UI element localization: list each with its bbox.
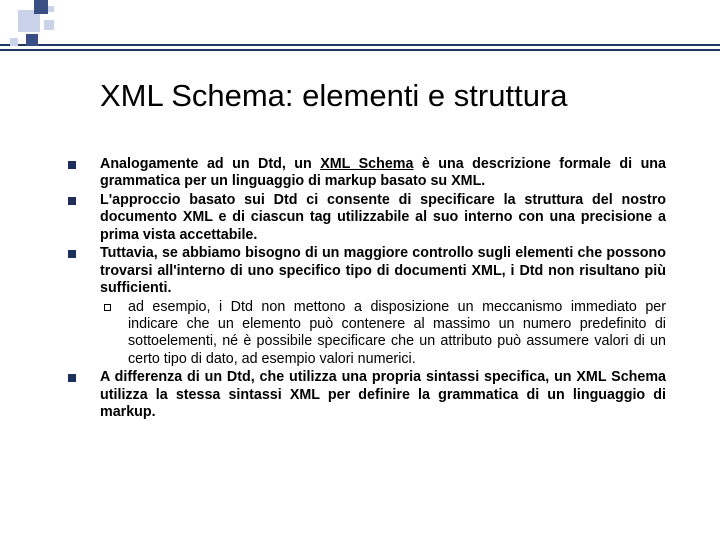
- list-item: L'approccio basato sui Dtd ci consente d…: [66, 192, 666, 244]
- slide-content: Analogamente ad un Dtd, un XML Schema è …: [66, 156, 666, 423]
- text-fragment: A differenza di un Dtd, che utilizza una…: [100, 369, 666, 420]
- text-fragment: Tuttavia, se abbiamo bisogno di un maggi…: [100, 245, 666, 296]
- bullet-list: Analogamente ad un Dtd, un XML Schema è …: [66, 156, 666, 422]
- list-item: Analogamente ad un Dtd, un XML Schema è …: [66, 156, 666, 191]
- text-fragment-underline: XML Schema: [320, 156, 413, 172]
- header-decoration: [0, 0, 720, 56]
- text-fragment: Analogamente ad un Dtd, un: [100, 156, 320, 172]
- sub-bullet-list: ad esempio, i Dtd non mettono a disposiz…: [100, 299, 666, 369]
- list-item: A differenza di un Dtd, che utilizza una…: [66, 369, 666, 421]
- list-item: Tuttavia, se abbiamo bisogno di un maggi…: [66, 245, 666, 368]
- text-fragment: ad esempio, i Dtd non mettono a disposiz…: [128, 299, 666, 367]
- list-item: ad esempio, i Dtd non mettono a disposiz…: [100, 299, 666, 369]
- slide: XML Schema: elementi e struttura Analoga…: [0, 0, 720, 540]
- text-fragment: L'approccio basato sui Dtd ci consente d…: [100, 192, 666, 243]
- slide-title: XML Schema: elementi e struttura: [100, 78, 660, 114]
